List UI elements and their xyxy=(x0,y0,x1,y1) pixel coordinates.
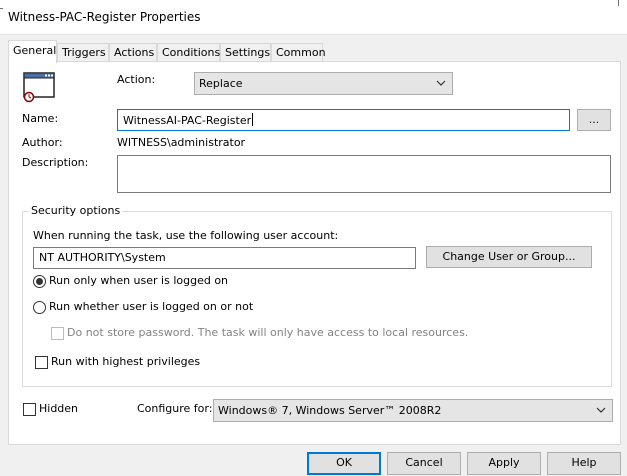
action-label: Action: xyxy=(117,73,156,86)
action-dropdown-value: Replace xyxy=(199,77,243,90)
window-edge-mark xyxy=(0,8,3,9)
no-store-password-label: Do not store password. The task will onl… xyxy=(67,326,469,339)
tab-settings-label: Settings xyxy=(225,46,271,59)
highest-privileges-checkbox[interactable] xyxy=(35,356,48,369)
tab-common-label: Common xyxy=(276,46,326,59)
change-user-button[interactable]: Change User or Group... xyxy=(426,246,592,268)
chevron-down-icon xyxy=(436,76,446,93)
tab-actions-label: Actions xyxy=(114,46,155,59)
tab-settings[interactable]: Settings xyxy=(220,43,271,62)
window-title: Witness-PAC-Register Properties xyxy=(8,10,201,24)
browse-button[interactable]: ... xyxy=(577,109,611,131)
action-dropdown[interactable]: Replace xyxy=(194,72,453,95)
hidden-checkbox[interactable] xyxy=(23,403,36,416)
author-value: WITNESS\administrator xyxy=(117,136,246,149)
tab-general[interactable]: General xyxy=(8,40,57,63)
author-label: Author: xyxy=(22,136,63,149)
run-logged-on-radio[interactable] xyxy=(33,275,46,288)
tab-triggers[interactable]: Triggers xyxy=(57,43,109,62)
user-account-field: NT AUTHORITY\System xyxy=(33,247,416,269)
security-options-legend: Security options xyxy=(29,204,123,217)
configure-for-dropdown[interactable]: Windows® 7, Windows Server™ 2008R2 xyxy=(213,399,613,422)
apply-button[interactable]: Apply xyxy=(467,452,541,475)
run-logged-on-label[interactable]: Run only when user is logged on xyxy=(49,274,228,287)
configure-for-value: Windows® 7, Windows Server™ 2008R2 xyxy=(218,404,442,417)
chevron-down-icon xyxy=(596,403,606,420)
run-whether-radio[interactable] xyxy=(33,301,46,314)
tab-common[interactable]: Common xyxy=(271,43,326,62)
hidden-label[interactable]: Hidden xyxy=(39,402,78,415)
user-account-prompt: When running the task, use the following… xyxy=(33,229,339,242)
name-field-value: WitnessAI-PAC-Register xyxy=(123,114,252,127)
scheduled-task-icon xyxy=(23,72,55,104)
no-store-password-checkbox[interactable] xyxy=(51,327,64,340)
tab-triggers-label: Triggers xyxy=(62,46,106,59)
text-caret xyxy=(252,113,254,126)
tab-conditions[interactable]: Conditions xyxy=(157,43,220,62)
description-field[interactable] xyxy=(117,155,611,193)
configure-for-label: Configure for: xyxy=(137,402,213,415)
description-label: Description: xyxy=(22,156,89,169)
tab-conditions-label: Conditions xyxy=(162,46,221,59)
user-account-value: NT AUTHORITY\System xyxy=(39,251,166,264)
highest-privileges-label[interactable]: Run with highest privileges xyxy=(51,355,200,368)
run-whether-label[interactable]: Run whether user is logged on or not xyxy=(49,300,253,313)
name-label: Name: xyxy=(22,112,59,125)
tab-actions[interactable]: Actions xyxy=(109,43,157,62)
cancel-button[interactable]: Cancel xyxy=(387,452,461,475)
window-edge-mark-right xyxy=(618,0,619,6)
ok-button[interactable]: OK xyxy=(307,452,381,475)
name-field[interactable]: WitnessAI-PAC-Register xyxy=(117,109,570,131)
tab-general-label: General xyxy=(13,44,57,57)
radio-selected-dot xyxy=(36,278,43,285)
help-button[interactable]: Help xyxy=(547,452,621,475)
